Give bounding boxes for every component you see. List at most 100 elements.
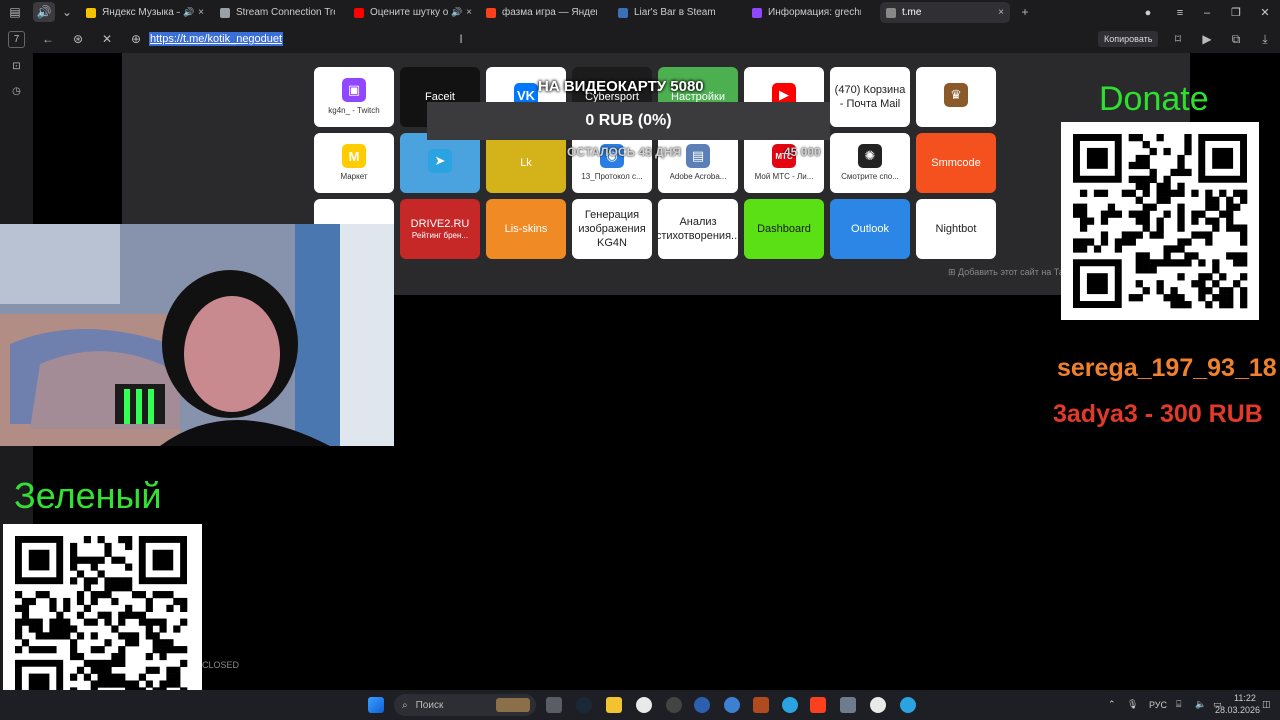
- sidebar-badge-button[interactable]: 7: [8, 31, 25, 48]
- tile-caption: 13_Протокол с...: [581, 172, 643, 181]
- tab-label: t.me: [902, 7, 922, 18]
- back-icon[interactable]: ←: [40, 31, 56, 47]
- app-icon-6[interactable]: [782, 697, 798, 713]
- tile-caption: kg4n_ - Twitch: [328, 106, 380, 115]
- speed-dial-tile[interactable]: DRIVE2.RU Рейтинг брен...: [400, 199, 480, 259]
- tile-caption: Мой МТС - Ли...: [754, 172, 814, 181]
- app-icon-3[interactable]: [694, 697, 710, 713]
- speed-dial-tile[interactable]: ◉ 13_Протокол с...: [572, 133, 652, 193]
- tray-chevron-icon[interactable]: ⌃: [1108, 699, 1116, 710]
- tile-title: (470) Корзина - Почта Mail: [834, 84, 906, 110]
- screen: ▤ 🔊 ⌄ Яндекс Музыка — с🔊×Stream Connecti…: [0, 0, 1280, 720]
- bookmark-icon[interactable]: ⌑: [1170, 31, 1186, 47]
- tile-title: Lk: [520, 157, 532, 169]
- media-icon[interactable]: ▶: [1199, 31, 1215, 47]
- windows-start-icon[interactable]: [368, 697, 384, 713]
- app-icon-4[interactable]: [724, 697, 740, 713]
- yandex-browser-icon[interactable]: [810, 697, 826, 713]
- speed-dial-tile[interactable]: Smmcode: [916, 133, 996, 193]
- minimize-button[interactable]: –: [1192, 0, 1222, 25]
- tab-1[interactable]: Яндекс Музыка — с🔊 ×: [80, 2, 210, 23]
- new-tab-button[interactable]: +: [1014, 1, 1036, 23]
- tile-caption: Смотрите спо...: [841, 172, 899, 181]
- protect-icon[interactable]: ⊛: [70, 31, 86, 47]
- microphone-icon[interactable]: 🎙: [1127, 699, 1138, 710]
- goal-title: НА ВИДЕОКАРТУ 5080: [538, 78, 704, 95]
- speed-dial-tile[interactable]: Nightbot: [916, 199, 996, 259]
- tile-icon: ➤: [428, 149, 452, 173]
- closed-label: CLOSED: [202, 660, 240, 670]
- notifications-icon[interactable]: ◫: [1262, 699, 1271, 710]
- app-icon-7[interactable]: [840, 697, 856, 713]
- menu-icon[interactable]: ≡: [1165, 0, 1195, 25]
- steam-icon[interactable]: [576, 697, 592, 713]
- speed-dial-tile[interactable]: (470) Корзина - Почта Mail: [830, 67, 910, 127]
- taskbar-search[interactable]: ⌕ Поиск: [394, 694, 536, 716]
- tab-close-icon[interactable]: ×: [998, 7, 1004, 18]
- tile-icon: ♛: [944, 83, 968, 107]
- tab-4[interactable]: фазма игра — Яндекс: на: [480, 2, 610, 23]
- network-icon[interactable]: ⌸: [1176, 699, 1181, 710]
- tile-title: Анализ стихотворения...: [658, 216, 738, 242]
- close-window-button[interactable]: ✕: [1250, 0, 1280, 25]
- tab-3[interactable]: Оцените шутку от 🔊 ×: [348, 2, 478, 23]
- clock-time[interactable]: 11:22: [1234, 693, 1256, 703]
- app-icon-1[interactable]: [636, 697, 652, 713]
- profile-icon[interactable]: ●: [1133, 0, 1163, 25]
- tab-audio-icon[interactable]: 🔊: [183, 7, 194, 18]
- tile-caption: Маркет: [340, 172, 368, 181]
- task-view-icon[interactable]: [546, 697, 562, 713]
- telegram-icon[interactable]: [900, 697, 916, 713]
- tab-2[interactable]: Stream Connection Troubl: [214, 2, 348, 23]
- speed-dial-tile[interactable]: Lis-skins: [486, 199, 566, 259]
- tile-caption: Рейтинг брен...: [411, 231, 469, 240]
- speed-dial-tile[interactable]: ♛: [916, 67, 996, 127]
- tab-7[interactable]: t.me ×: [880, 2, 1010, 23]
- speed-dial-tile[interactable]: Анализ стихотворения...: [658, 199, 738, 259]
- speed-dial-tile[interactable]: Генерация изображения KG4N: [572, 199, 652, 259]
- speed-dial-tile[interactable]: Lk: [486, 133, 566, 193]
- file-explorer-icon[interactable]: [606, 697, 622, 713]
- tile-title: Dashboard: [757, 223, 811, 235]
- speed-dial-tile[interactable]: ➤: [400, 133, 480, 193]
- speed-dial-tile[interactable]: Dashboard: [744, 199, 824, 259]
- speed-dial-tile[interactable]: МТС Мой МТС - Ли...: [744, 133, 824, 193]
- webcam-image: [0, 224, 394, 446]
- tab-close-icon[interactable]: ×: [466, 7, 472, 18]
- add-site-icon: ⊞: [948, 267, 959, 277]
- extensions-icon[interactable]: ⧉: [1228, 31, 1244, 47]
- taskbar: ⌕ Поиск ⌃ 🎙 РУС ⌸ 🔈 ▭ 11:22 28.03.2026 ◫: [0, 690, 1280, 720]
- app-icon-8[interactable]: [870, 697, 886, 713]
- app-icon-2[interactable]: [666, 697, 682, 713]
- speed-dial-tile[interactable]: ▣ kg4n_ - Twitch: [314, 67, 394, 127]
- speed-dial-tile[interactable]: ✺ Смотрите спо...: [830, 133, 910, 193]
- screenshot-icon[interactable]: ⊡: [8, 58, 25, 75]
- chevron-down-icon[interactable]: ⌄: [56, 1, 78, 23]
- green-title: Зеленый: [14, 475, 162, 516]
- text-cursor-icon: I: [459, 32, 463, 46]
- app-icon-5[interactable]: [753, 697, 769, 713]
- volume-icon[interactable]: 🔈: [1195, 699, 1206, 710]
- url-field[interactable]: https://t.me/kotik_negoduet: [149, 32, 284, 46]
- restore-button[interactable]: ❐: [1221, 0, 1251, 25]
- download-icon[interactable]: ⤓: [1257, 31, 1273, 47]
- speed-dial-tile[interactable]: ▤ Adobe Acroba...: [658, 133, 738, 193]
- stop-icon[interactable]: ✕: [99, 31, 115, 47]
- speaker-icon[interactable]: 🔊: [33, 2, 55, 22]
- language-indicator[interactable]: РУС: [1149, 700, 1167, 710]
- tab-bar: ▤ 🔊 ⌄ Яндекс Музыка — с🔊×Stream Connecti…: [0, 0, 1280, 25]
- clock-date[interactable]: 28.03.2026: [1215, 705, 1260, 715]
- tab-audio-icon[interactable]: 🔊: [451, 7, 462, 18]
- add-site-link[interactable]: ⊞ Добавить этот сайт на Табло: [948, 267, 1079, 278]
- globe-icon: ⊕: [130, 32, 142, 46]
- speed-dial-tile[interactable]: Outlook: [830, 199, 910, 259]
- speed-dial-tile[interactable]: М Маркет: [314, 133, 394, 193]
- tab-close-icon[interactable]: ×: [198, 7, 204, 18]
- tab-favicon-icon: [354, 7, 364, 18]
- tab-actions-icon[interactable]: ▤: [4, 1, 26, 23]
- history-icon[interactable]: ◷: [8, 83, 25, 100]
- tab-6[interactable]: Информация: grechnevia: [746, 2, 874, 23]
- tab-5[interactable]: Liar's Bar в Steam: [612, 2, 742, 23]
- copy-url-button[interactable]: Копировать: [1098, 31, 1159, 47]
- tab-favicon-icon: [86, 7, 96, 18]
